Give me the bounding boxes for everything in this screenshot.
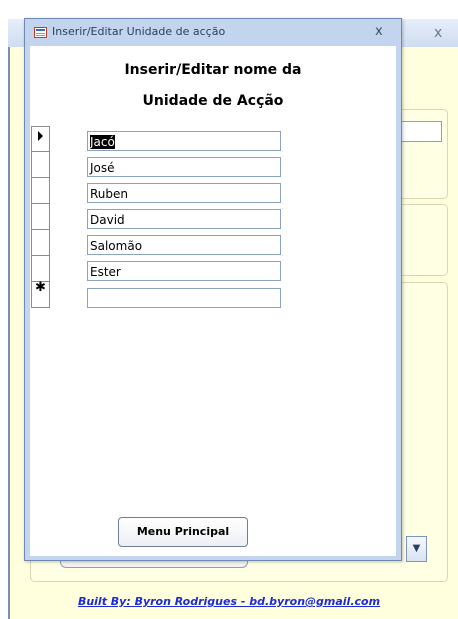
background-text-field[interactable] [398, 121, 442, 142]
background-close-button[interactable]: x [434, 25, 442, 41]
record-selector[interactable] [31, 230, 50, 256]
dialog-titlebar[interactable]: Inserir/Editar Unidade de acção x [25, 19, 401, 45]
unit-name-value-selected: Jacó [90, 135, 115, 149]
edit-unit-dialog: Inserir/Editar Unidade de acção x Inseri… [24, 18, 402, 561]
current-record-arrow-icon [38, 131, 43, 141]
unit-name-new-field[interactable] [87, 288, 281, 308]
dialog-close-button[interactable]: x [375, 24, 383, 39]
form-heading-line2: Unidade de Acção [142, 93, 284, 109]
background-left-strip [0, 0, 8, 619]
unit-name-field[interactable]: Salomão [87, 235, 281, 255]
unit-name-field[interactable]: José [87, 157, 281, 177]
unit-name-field[interactable]: David [87, 209, 281, 229]
unit-name-field[interactable]: Ruben [87, 183, 281, 203]
new-record-asterisk-icon: ✱ [35, 280, 46, 295]
background-dropdown-arrow-icon[interactable]: ▼ [406, 536, 427, 562]
unit-name-field[interactable]: Ester [87, 261, 281, 281]
record-selector[interactable] [31, 178, 50, 204]
record-selector[interactable] [31, 204, 50, 230]
unit-name-field[interactable]: Jacó [87, 131, 281, 151]
record-selector[interactable] [31, 152, 50, 178]
author-credit-link[interactable]: Built By: Byron Rodrigues - bd.byron@gma… [0, 595, 458, 608]
form-heading-line1: Inserir/Editar nome da [124, 62, 302, 78]
form-heading: Inserir/Editar nome da Unidade de Acção [25, 55, 401, 117]
main-menu-button[interactable]: Menu Principal [118, 517, 248, 547]
record-selector[interactable] [31, 256, 50, 282]
form-icon [34, 27, 47, 38]
record-selector-new[interactable]: ✱ [31, 280, 50, 308]
dialog-title: Inserir/Editar Unidade de acção [52, 25, 226, 38]
record-selector-current[interactable] [31, 126, 50, 152]
